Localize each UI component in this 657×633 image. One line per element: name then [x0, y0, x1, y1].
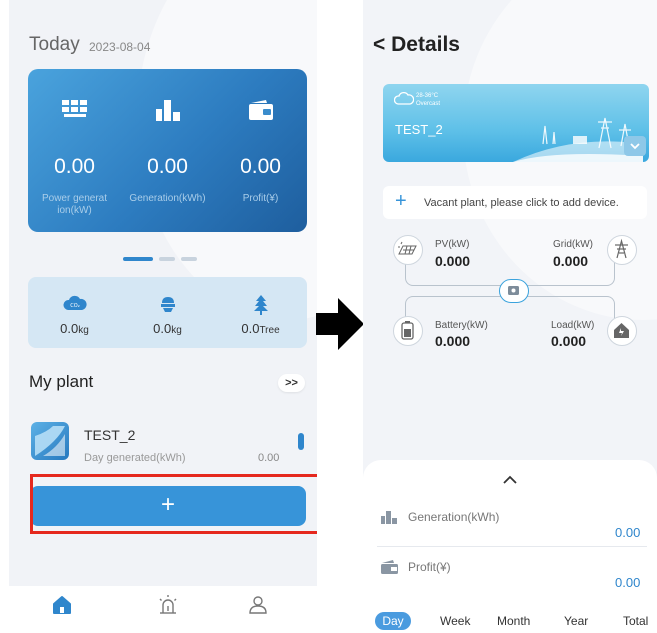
grid-value: 0.000 [553, 253, 589, 269]
stat-power: 0.00 Power generat ion(kW) [28, 69, 121, 232]
eco-tree: 0.0Tree [214, 277, 307, 348]
inverter-hub-icon [499, 279, 529, 303]
profit-label: Profit(¥) [408, 560, 451, 574]
period-tab-week[interactable]: Week [440, 614, 470, 628]
today-date: 2023-08-04 [89, 40, 151, 54]
details-screen: < Details 28-36°C Overcast TEST_2 + Vaca… [363, 0, 657, 633]
eco-unit: kg [171, 325, 182, 336]
plant-item-indicator [298, 433, 304, 450]
coal-icon [159, 295, 177, 318]
wallet-icon [248, 99, 274, 126]
tree-icon [253, 295, 269, 320]
weather-temp: 28-36°C [416, 93, 439, 99]
grid-tower-icon [607, 235, 637, 265]
eco-value: 0.0kg [121, 321, 214, 336]
co2-cloud-icon: CO₂ [62, 295, 87, 316]
bar-chart-icon [155, 99, 181, 126]
generation-label: Generation(kWh) [408, 510, 500, 524]
my-plant-heading: My plant [29, 372, 94, 391]
collapse-caret-icon[interactable] [502, 472, 518, 490]
plant-name: TEST_2 [395, 122, 443, 137]
load-label: Load(kW) [551, 320, 595, 331]
eco-value: 0.0kg [28, 321, 121, 336]
user-icon[interactable] [247, 594, 269, 621]
more-plants-button[interactable]: >> [278, 374, 305, 392]
eco-card: CO₂ 0.0kg 0.0kg 0.0Tree [28, 277, 307, 348]
details-header: < Details [373, 33, 460, 57]
cloud-icon [393, 91, 415, 110]
eco-unit: kg [78, 325, 89, 336]
stat-value: 0.00 [147, 155, 188, 178]
weather-card[interactable]: 28-36°C Overcast TEST_2 [383, 84, 649, 162]
period-tab-day[interactable]: Day [375, 612, 411, 630]
period-tab-month[interactable]: Month [497, 614, 530, 628]
dot [181, 257, 197, 261]
page-title: Details [391, 33, 460, 56]
load-house-icon [607, 316, 637, 346]
carousel-indicator [123, 257, 203, 275]
pv-panel-icon [393, 235, 423, 265]
eco-number: 0.0 [241, 321, 260, 336]
plant-logo-icon [31, 422, 69, 460]
eco-unit: Tree [259, 325, 280, 336]
battery-label: Battery(kW) [435, 320, 488, 331]
stat-label: Profit(¥) [242, 193, 279, 204]
add-device-text: Vacant plant, please click to add device… [424, 197, 619, 209]
period-tab-year[interactable]: Year [564, 614, 588, 628]
plant-day-label: Day generated(kWh) [84, 452, 186, 464]
profit-value: 0.00 [615, 575, 641, 590]
stat-label: Power generat ion(kW) [41, 193, 108, 216]
eco-number: 0.0 [60, 321, 79, 336]
divider [377, 546, 647, 547]
dot [159, 257, 175, 261]
grid-label: Grid(kW) [553, 239, 593, 250]
eco-number: 0.0 [153, 321, 172, 336]
solar-panel-icon [61, 99, 89, 124]
battery-icon [393, 316, 423, 346]
stat-generation: 0.00 Generation(kWh) [121, 69, 214, 232]
stat-value: 0.00 [54, 155, 95, 178]
period-tab-total[interactable]: Total [623, 614, 648, 628]
plus-icon: + [395, 190, 407, 212]
home-screen: Today 2023-08-04 0.00 Power generat ion(… [9, 0, 317, 633]
plant-list-item[interactable]: TEST_2 Day generated(kWh) 0.00 [28, 414, 317, 470]
bar-chart-icon [380, 510, 400, 529]
add-device-banner[interactable]: + Vacant plant, please click to add devi… [383, 186, 647, 219]
alarm-icon[interactable] [157, 594, 179, 621]
stat-label: Generation(kWh) [129, 193, 206, 204]
statistics-sheet: Generation(kWh) 0.00 Profit(¥) 0.00 Day … [363, 460, 657, 633]
plant-day-value: 0.00 [258, 452, 280, 464]
bottom-nav [9, 586, 317, 633]
stat-value: 0.00 [240, 155, 281, 178]
generation-value: 0.00 [615, 525, 641, 540]
plant-name: TEST_2 [84, 427, 136, 443]
eco-co2: CO₂ 0.0kg [28, 277, 121, 348]
pv-value: 0.000 [435, 253, 471, 269]
eco-value: 0.0Tree [214, 321, 307, 336]
expand-chevron-icon[interactable] [624, 136, 646, 156]
weather-condition: Overcast [416, 101, 441, 107]
stat-profit: 0.00 Profit(¥) [214, 69, 307, 232]
highlight-frame [30, 474, 317, 534]
today-label: Today [29, 34, 80, 55]
dot-active [123, 257, 153, 261]
battery-value: 0.000 [435, 333, 471, 349]
co2-text: CO₂ [70, 303, 79, 309]
overview-card[interactable]: 0.00 Power generat ion(kW) 0.00 Generati… [28, 69, 307, 232]
eco-coal: 0.0kg [121, 277, 214, 348]
load-value: 0.000 [551, 333, 587, 349]
transition-arrow-icon [316, 298, 364, 355]
home-icon[interactable] [51, 594, 73, 621]
pv-label: PV(kW) [435, 239, 470, 250]
back-button[interactable]: < [373, 33, 385, 56]
wallet-icon [380, 560, 400, 579]
